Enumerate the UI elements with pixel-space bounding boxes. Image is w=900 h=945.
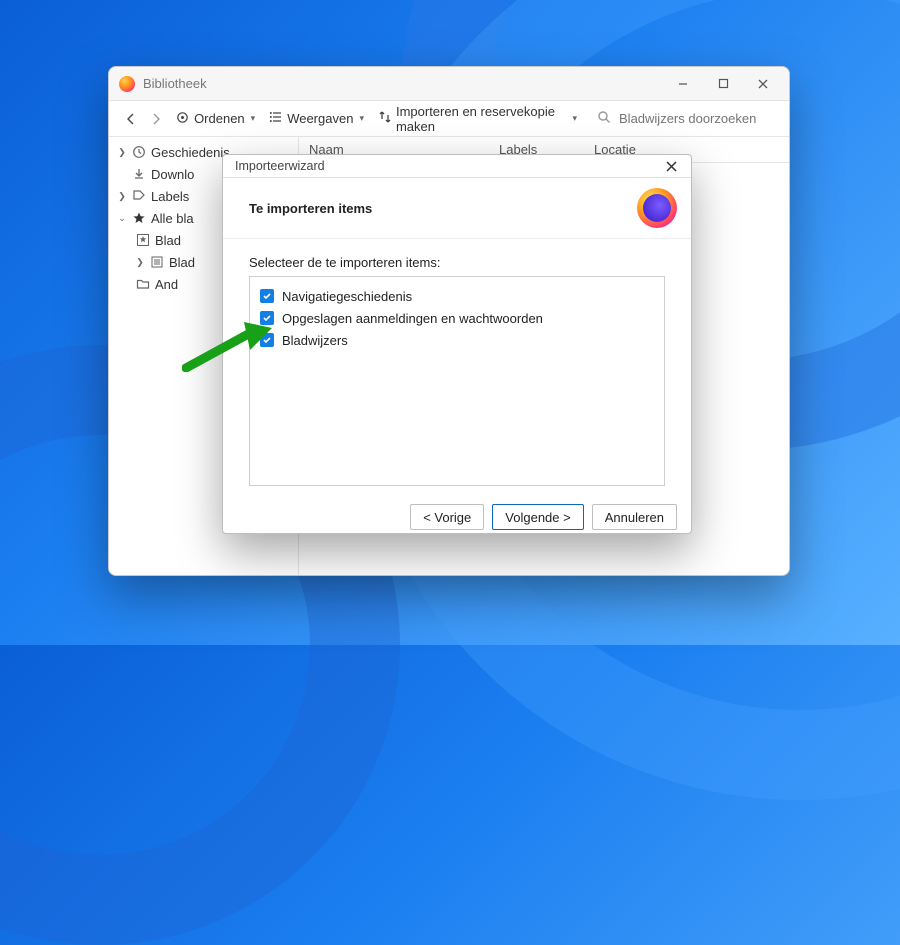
checkbox-label: Navigatiegeschiedenis xyxy=(282,289,412,304)
cancel-button[interactable]: Annuleren xyxy=(592,504,677,530)
checkbox-label: Bladwijzers xyxy=(282,333,348,348)
wizard-header: Te importeren items xyxy=(223,178,691,239)
window-title: Bibliotheek xyxy=(143,76,207,91)
tree-label: Labels xyxy=(151,189,189,204)
tree-label: Downlo xyxy=(151,167,194,182)
back-button[interactable] xyxy=(121,108,140,130)
wizard-footer: < Vorige Volgende > Annuleren xyxy=(223,494,691,544)
titlebar: Bibliotheek xyxy=(109,67,789,101)
close-button[interactable] xyxy=(659,155,683,177)
search-icon xyxy=(597,110,611,127)
minimize-button[interactable] xyxy=(663,70,703,98)
checkbox-checked-icon[interactable] xyxy=(260,311,274,325)
chevron-down-icon: ⌄ xyxy=(117,213,127,224)
folder-icon xyxy=(135,276,151,292)
maximize-button[interactable] xyxy=(703,70,743,98)
checkbox-row-bookmarks[interactable]: Bladwijzers xyxy=(260,329,654,351)
list-icon xyxy=(269,110,283,127)
tree-label: Blad xyxy=(155,233,181,248)
firefox-logo-icon xyxy=(637,188,677,228)
gear-icon xyxy=(175,110,190,128)
wizard-title: Importeerwizard xyxy=(235,159,325,173)
checkbox-row-history[interactable]: Navigatiegeschiedenis xyxy=(260,285,654,307)
tag-icon xyxy=(131,188,147,204)
wizard-titlebar: Importeerwizard xyxy=(223,155,691,178)
import-wizard-dialog: Importeerwizard Te importeren items Sele… xyxy=(222,154,692,534)
forward-button[interactable] xyxy=(146,108,165,130)
tree-label: Geschiedenis xyxy=(151,145,230,160)
wizard-heading: Te importeren items xyxy=(249,201,372,216)
items-listbox: Navigatiegeschiedenis Opgeslagen aanmeld… xyxy=(249,276,665,486)
clock-icon xyxy=(131,144,147,160)
chevron-down-icon: ▾ xyxy=(572,113,577,124)
views-menu[interactable]: Weergaven ▾ xyxy=(265,108,368,129)
checkbox-row-logins[interactable]: Opgeslagen aanmeldingen en wachtwoorden xyxy=(260,307,654,329)
checkbox-label: Opgeslagen aanmeldingen en wachtwoorden xyxy=(282,311,543,326)
import-menu[interactable]: Importeren en reservekopie maken ▾ xyxy=(374,102,581,136)
chevron-right-icon: ❯ xyxy=(135,257,145,268)
chevron-right-icon: ❯ xyxy=(117,191,127,202)
tree-label: Alle bla xyxy=(151,211,194,226)
back-button[interactable]: < Vorige xyxy=(410,504,484,530)
firefox-icon xyxy=(119,76,135,92)
bookmark-list-icon xyxy=(149,254,165,270)
download-icon xyxy=(131,166,147,182)
import-export-icon xyxy=(378,110,392,127)
checkbox-checked-icon[interactable] xyxy=(260,289,274,303)
toolbar: Ordenen ▾ Weergaven ▾ Importeren en rese… xyxy=(109,101,789,137)
chevron-down-icon: ▾ xyxy=(359,113,364,124)
checkbox-checked-icon[interactable] xyxy=(260,333,274,347)
chevron-down-icon: ▾ xyxy=(251,113,256,124)
search-input[interactable] xyxy=(617,110,777,127)
next-button[interactable]: Volgende > xyxy=(492,504,583,530)
tree-label: Blad xyxy=(169,255,195,270)
star-outline-icon xyxy=(135,232,151,248)
wizard-prompt: Selecteer de te importeren items: xyxy=(249,255,665,270)
views-label: Weergaven xyxy=(287,111,353,126)
close-button[interactable] xyxy=(743,70,783,98)
chevron-right-icon: ❯ xyxy=(117,147,127,158)
tree-label: And xyxy=(155,277,178,292)
star-icon xyxy=(131,210,147,226)
import-label: Importeren en reservekopie maken xyxy=(396,104,567,134)
organize-label: Ordenen xyxy=(194,111,245,126)
organize-menu[interactable]: Ordenen ▾ xyxy=(171,108,259,130)
search-box[interactable] xyxy=(587,110,777,127)
